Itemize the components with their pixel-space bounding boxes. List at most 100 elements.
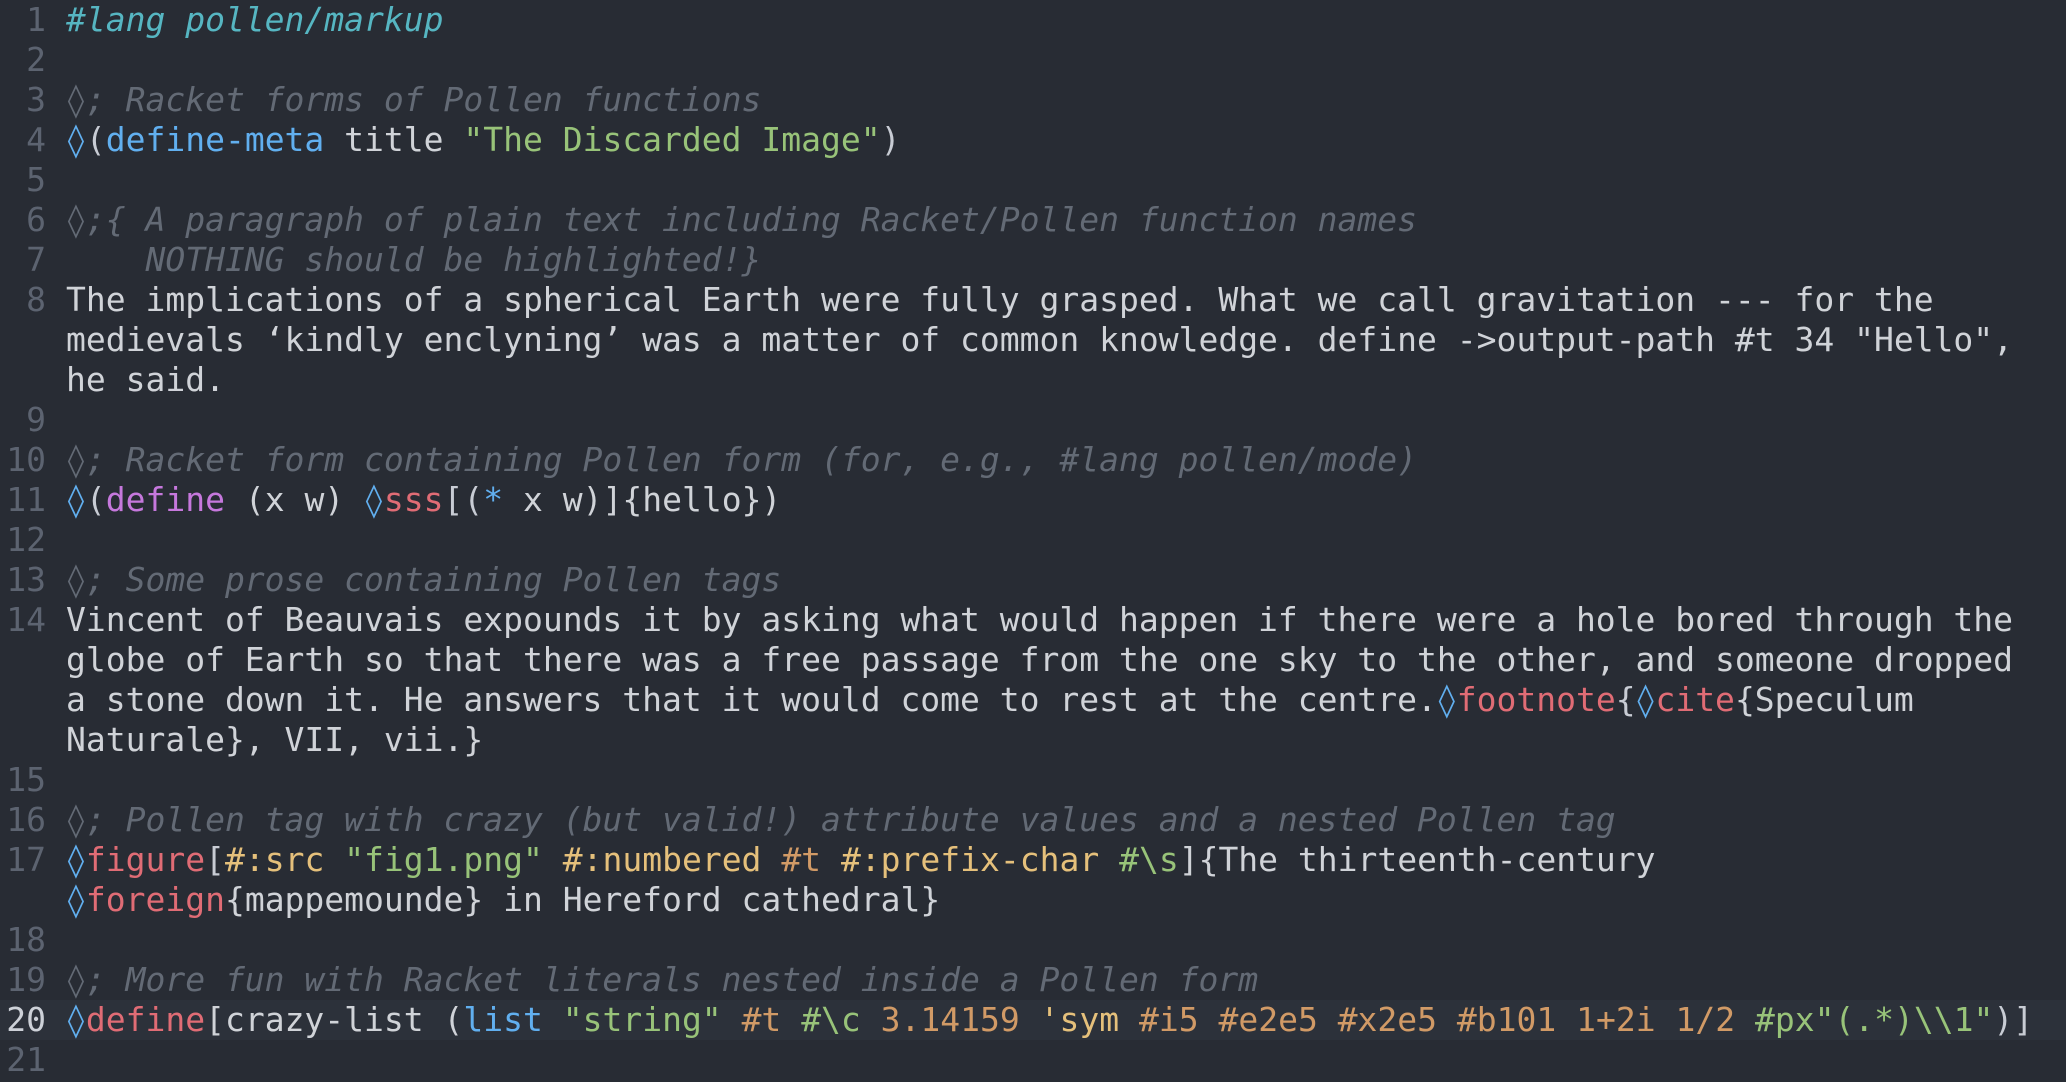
token-comment: ◊; Racket form containing Pollen form (f… <box>66 440 1418 479</box>
code-text[interactable]: ◊; Racket forms of Pollen functions <box>66 80 2066 120</box>
line-number: 20 <box>6 1000 46 1039</box>
token-text: (x w) <box>224 480 365 519</box>
code-text[interactable]: ◊(define-meta title "The Discarded Image… <box>66 120 2066 160</box>
code-line[interactable]: medievals ‘kindly enclyning’ was a matte… <box>0 320 2066 360</box>
code-text[interactable]: ◊foreign{mappemounde} in Hereford cathed… <box>66 880 2066 920</box>
code-text[interactable]: ◊; More fun with Racket literals nested … <box>66 960 2066 1000</box>
code-line[interactable]: 21 <box>0 1040 2066 1080</box>
code-line[interactable]: 3 ◊; Racket forms of Pollen functions <box>0 80 2066 120</box>
code-line[interactable]: 14 Vincent of Beauvais expounds it by ask… <box>0 600 2066 640</box>
token-kw: list <box>463 1000 543 1039</box>
code-text[interactable]: ◊(define (x w) ◊sss[(* x w)]{hello}) <box>66 480 2066 520</box>
code-text[interactable]: NOTHING should be highlighted!} <box>66 240 2066 280</box>
code-line[interactable]: globe of Earth so that there was a free … <box>0 640 2066 680</box>
code-line[interactable]: ◊foreign{mappemounde} in Hereford cathed… <box>0 880 2066 920</box>
token-comment: ◊; Some prose containing Pollen tags <box>66 560 782 599</box>
token-text: The implications of a spherical Earth we… <box>66 280 1934 319</box>
token-str: "The Discarded Image" <box>463 120 881 159</box>
code-text[interactable] <box>66 40 2066 80</box>
code-text[interactable]: globe of Earth so that there was a free … <box>66 640 2066 680</box>
code-line[interactable]: 15 <box>0 760 2066 800</box>
token-num: 1+2i <box>1576 1000 1656 1039</box>
code-text[interactable] <box>66 760 2066 800</box>
token-kwd: #:prefix-char <box>840 840 1100 879</box>
code-text[interactable] <box>66 520 2066 560</box>
token-comment: ◊;{ A paragraph of plain text including … <box>66 200 1418 239</box>
token-punct: { <box>1615 680 1636 719</box>
code-text[interactable]: ◊define[crazy-list (list "string" #t #\c… <box>66 1000 2066 1040</box>
code-line[interactable]: 19 ◊; More fun with Racket literals neste… <box>0 960 2066 1000</box>
line-number: 13 <box>6 560 46 599</box>
code-text[interactable]: #lang pollen/markup <box>66 0 2066 40</box>
code-text[interactable]: ◊;{ A paragraph of plain text including … <box>66 200 2066 240</box>
code-line[interactable]: 8 The implications of a spherical Earth w… <box>0 280 2066 320</box>
code-line[interactable]: 10 ◊; Racket form containing Pollen form … <box>0 440 2066 480</box>
code-text[interactable]: ◊figure[#:src "fig1.png" #:numbered #t #… <box>66 840 2066 880</box>
code-line[interactable]: 7 NOTHING should be highlighted!} <box>0 240 2066 280</box>
code-text[interactable] <box>66 400 2066 440</box>
code-text[interactable] <box>66 920 2066 960</box>
code-text[interactable]: Vincent of Beauvais expounds it by askin… <box>66 600 2066 640</box>
line-number: 21 <box>6 1040 46 1079</box>
token-lang: #lang pollen/markup <box>66 0 444 39</box>
token-loz: ◊ <box>66 120 86 159</box>
code-text[interactable]: medievals ‘kindly enclyning’ was a matte… <box>66 320 2066 360</box>
code-line[interactable]: 16 ◊; Pollen tag with crazy (but valid!) … <box>0 800 2066 840</box>
token-loz: ◊ <box>66 840 86 879</box>
token-punct: ) <box>880 120 901 159</box>
code-line[interactable]: 17 ◊figure[#:src "fig1.png" #:numbered #t… <box>0 840 2066 880</box>
code-line[interactable]: 9 <box>0 400 2066 440</box>
code-editor[interactable]: 1 #lang pollen/markup 2 3 ◊; Racket forms of… <box>0 0 2066 1082</box>
code-text[interactable]: ◊; Some prose containing Pollen tags <box>66 560 2066 600</box>
token-loz: ◊ <box>1635 680 1656 719</box>
code-line[interactable]: 18 <box>0 920 2066 960</box>
token-tag: sss <box>383 480 444 519</box>
code-line[interactable]: 11 ◊(define (x w) ◊sss[(* x w)]{hello}) <box>0 480 2066 520</box>
code-text[interactable]: ◊; Pollen tag with crazy (but valid!) at… <box>66 800 2066 840</box>
token-text: ]{The thirteenth-century <box>1178 840 1656 879</box>
code-line-current[interactable]: 20 ◊define[crazy-list (list "string" #t #… <box>0 1000 2066 1040</box>
code-text[interactable]: Naturale}, VII, vii.} <box>66 720 2066 760</box>
code-line[interactable]: Naturale}, VII, vii.} <box>0 720 2066 760</box>
token-loz: ◊ <box>364 480 384 519</box>
code-line[interactable]: he said. <box>0 360 2066 400</box>
token-punct: [( <box>443 480 484 519</box>
code-line[interactable]: 12 <box>0 520 2066 560</box>
code-text[interactable]: he said. <box>66 360 2066 400</box>
code-line[interactable]: a stone down it. He answers that it woul… <box>0 680 2066 720</box>
code-text[interactable]: a stone down it. He answers that it woul… <box>66 680 2066 720</box>
token-text: medievals ‘kindly enclyning’ was a matte… <box>66 320 2014 359</box>
line-number: 15 <box>6 760 46 799</box>
token-kwd: #:numbered <box>562 840 762 879</box>
line-number: 12 <box>6 520 46 559</box>
token-comment: ◊; Pollen tag with crazy (but valid!) at… <box>66 800 1616 839</box>
token-comment: ◊; More fun with Racket literals nested … <box>66 960 1259 999</box>
code-text[interactable]: ◊; Racket form containing Pollen form (f… <box>66 440 2066 480</box>
code-text[interactable] <box>66 1040 2066 1080</box>
line-number: 4 <box>26 120 46 159</box>
token-str: #\s <box>1119 840 1179 879</box>
code-line[interactable]: 5 <box>0 160 2066 200</box>
token-num: #x2e5 <box>1337 1000 1438 1039</box>
token-kw: * <box>483 480 504 519</box>
code-text[interactable] <box>66 160 2066 200</box>
token-const: #t <box>741 1000 782 1039</box>
token-punct: )] <box>1993 1000 2034 1039</box>
code-line[interactable]: 2 <box>0 40 2066 80</box>
code-line[interactable]: 13 ◊; Some prose containing Pollen tags <box>0 560 2066 600</box>
line-number <box>0 880 66 920</box>
code-text[interactable]: The implications of a spherical Earth we… <box>66 280 2066 320</box>
token-def: define <box>105 480 225 519</box>
code-line[interactable]: 6 ◊;{ A paragraph of plain text including… <box>0 200 2066 240</box>
code-line[interactable]: 4 ◊(define-meta title "The Discarded Imag… <box>0 120 2066 160</box>
code-line[interactable]: 1 #lang pollen/markup <box>0 0 2066 40</box>
